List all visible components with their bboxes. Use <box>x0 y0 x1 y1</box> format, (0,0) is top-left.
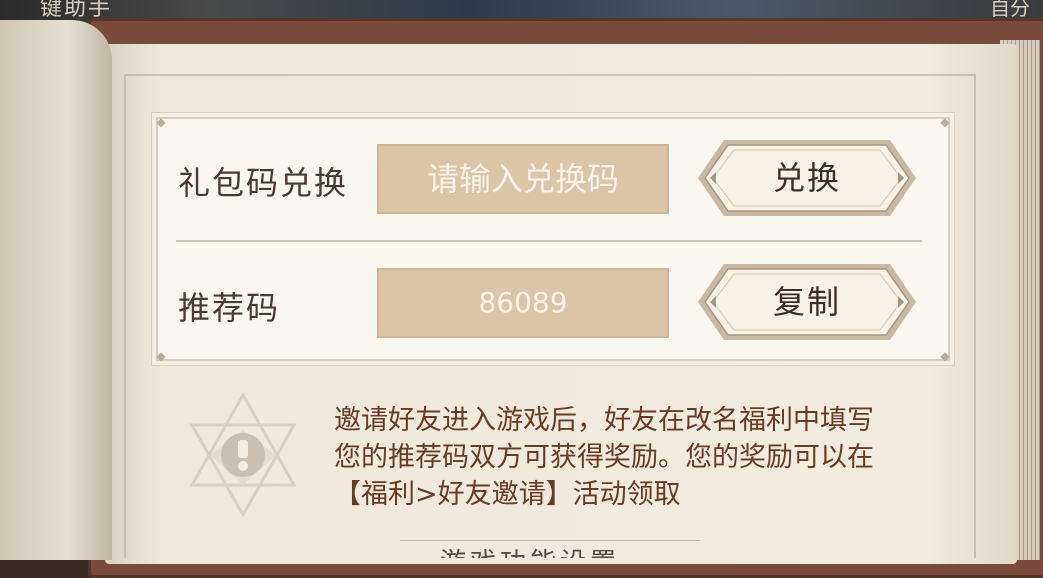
redeem-button[interactable]: 兑换 <box>696 138 918 218</box>
corner-ornament: ◆ <box>940 115 950 129</box>
redeem-button-label: 兑换 <box>772 159 841 197</box>
gift-code-label: 礼包码兑换 <box>178 164 349 202</box>
invite-notice: 邀请好友进入游戏后，好友在改名福利中填写 您的推荐码双方可获得奖励。您的奖励可以… <box>334 402 984 513</box>
corner-ornament: ◆ <box>156 349 166 363</box>
corner-ornament: ◆ <box>940 349 950 363</box>
section-title: 游戏功能设置 <box>440 542 620 558</box>
notice-line: 您的推荐码双方可获得奖励。您的奖励可以在 <box>334 442 874 473</box>
copy-button-label: 复制 <box>772 283 841 321</box>
corner-ornament: ◆ <box>156 115 166 129</box>
notice-line: 【福利>好友邀请】活动领取 <box>334 479 681 510</box>
row-divider <box>176 240 922 242</box>
book-left-page <box>0 20 112 560</box>
referral-code-label: 推荐码 <box>178 289 281 327</box>
notice-line: 邀请好友进入游戏后，好友在改名福利中填写 <box>334 405 874 436</box>
referral-code-value: 86089 <box>377 268 669 338</box>
copy-button[interactable]: 复制 <box>696 262 918 342</box>
warning-icon <box>186 390 300 520</box>
gift-code-input[interactable] <box>377 144 669 214</box>
